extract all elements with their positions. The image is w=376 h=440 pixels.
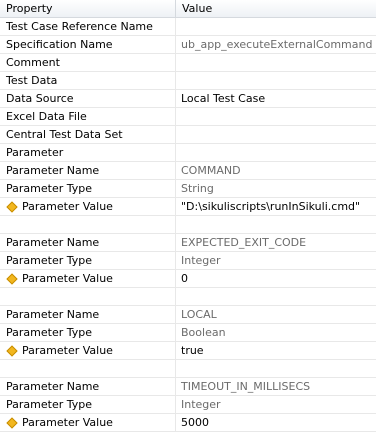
table-row [0, 360, 376, 378]
table-row[interactable]: Parameter Type String [0, 180, 376, 198]
property-cell [0, 360, 176, 377]
property-cell: Parameter Name [0, 234, 176, 251]
table-row[interactable]: Parameter Type Integer [0, 396, 376, 414]
header-value[interactable]: Value [176, 0, 376, 17]
property-cell [0, 288, 176, 305]
value-cell [176, 360, 376, 377]
value-cell[interactable]: Local Test Case [176, 90, 376, 107]
property-cell: Test Case Reference Name [0, 18, 176, 35]
value-cell[interactable]: true [176, 342, 376, 359]
value-cell[interactable]: 0 [176, 270, 376, 287]
value-cell[interactable]: Boolean [176, 324, 376, 341]
table-header: Property Value [0, 0, 376, 18]
value-cell[interactable]: Integer [176, 396, 376, 413]
value-cell[interactable]: COMMAND [176, 162, 376, 179]
table-row[interactable]: Parameter Name TIMEOUT_IN_MILLISECS [0, 378, 376, 396]
value-cell[interactable]: LOCAL [176, 306, 376, 323]
table-row[interactable]: Parameter Type Integer [0, 252, 376, 270]
property-cell: Parameter Value [0, 270, 176, 287]
table-row [0, 288, 376, 306]
value-cell[interactable] [176, 108, 376, 125]
property-cell: Test Data [0, 72, 176, 89]
table-row[interactable]: Parameter Value 0 [0, 270, 376, 288]
value-cell[interactable]: String [176, 180, 376, 197]
property-cell: Central Test Data Set [0, 126, 176, 143]
table-row[interactable]: Excel Data File [0, 108, 376, 126]
property-cell: Parameter Name [0, 378, 176, 395]
table-row[interactable]: Parameter Value "D:\sikuliscripts\runInS… [0, 198, 376, 216]
table-row[interactable]: Test Case Reference Name [0, 18, 376, 36]
table-row[interactable]: Parameter [0, 144, 376, 162]
value-cell[interactable]: "D:\sikuliscripts\runInSikuli.cmd" [176, 198, 376, 215]
value-cell[interactable] [176, 54, 376, 71]
value-cell[interactable] [176, 72, 376, 89]
parameter-value-marker-icon [6, 344, 18, 357]
property-cell: Parameter Type [0, 180, 176, 197]
property-cell [0, 216, 176, 233]
property-cell: Comment [0, 54, 176, 71]
value-cell [176, 288, 376, 305]
property-cell: Excel Data File [0, 108, 176, 125]
table-row [0, 216, 376, 234]
table-row[interactable]: Parameter Name EXPECTED_EXIT_CODE [0, 234, 376, 252]
property-cell: Parameter [0, 144, 176, 161]
table-row[interactable]: Parameter Name COMMAND [0, 162, 376, 180]
value-cell[interactable]: Integer [176, 252, 376, 269]
property-cell: Parameter Value [0, 414, 176, 431]
header-property[interactable]: Property [0, 0, 176, 17]
value-cell[interactable] [176, 144, 376, 161]
table-row[interactable]: Test Data [0, 72, 376, 90]
property-cell: Parameter Type [0, 396, 176, 413]
property-cell: Parameter Name [0, 306, 176, 323]
table-row[interactable]: Parameter Name LOCAL [0, 306, 376, 324]
value-cell[interactable] [176, 126, 376, 143]
parameter-value-marker-icon [6, 416, 18, 429]
property-cell: Data Source [0, 90, 176, 107]
property-cell: Parameter Value [0, 198, 176, 215]
property-cell: Parameter Type [0, 324, 176, 341]
table-row[interactable]: Comment [0, 54, 376, 72]
table-row[interactable]: Parameter Value true [0, 342, 376, 360]
table-row[interactable]: Data Source Local Test Case [0, 90, 376, 108]
table-row[interactable]: Parameter Type Boolean [0, 324, 376, 342]
value-cell[interactable]: ub_app_executeExternalCommand [176, 36, 376, 53]
table-row[interactable]: Parameter Value 5000 [0, 414, 376, 432]
value-cell[interactable]: 5000 [176, 414, 376, 431]
property-cell: Specification Name [0, 36, 176, 53]
value-cell [176, 216, 376, 233]
value-cell[interactable] [176, 18, 376, 35]
property-cell: Parameter Type [0, 252, 176, 269]
parameter-value-marker-icon [6, 272, 18, 285]
property-cell: Parameter Name [0, 162, 176, 179]
value-cell[interactable]: TIMEOUT_IN_MILLISECS [176, 378, 376, 395]
properties-table: Property Value Test Case Reference Name … [0, 0, 376, 432]
table-row[interactable]: Central Test Data Set [0, 126, 376, 144]
value-cell[interactable]: EXPECTED_EXIT_CODE [176, 234, 376, 251]
parameter-value-marker-icon [6, 200, 18, 213]
property-cell: Parameter Value [0, 342, 176, 359]
table-row[interactable]: Specification Name ub_app_executeExterna… [0, 36, 376, 54]
